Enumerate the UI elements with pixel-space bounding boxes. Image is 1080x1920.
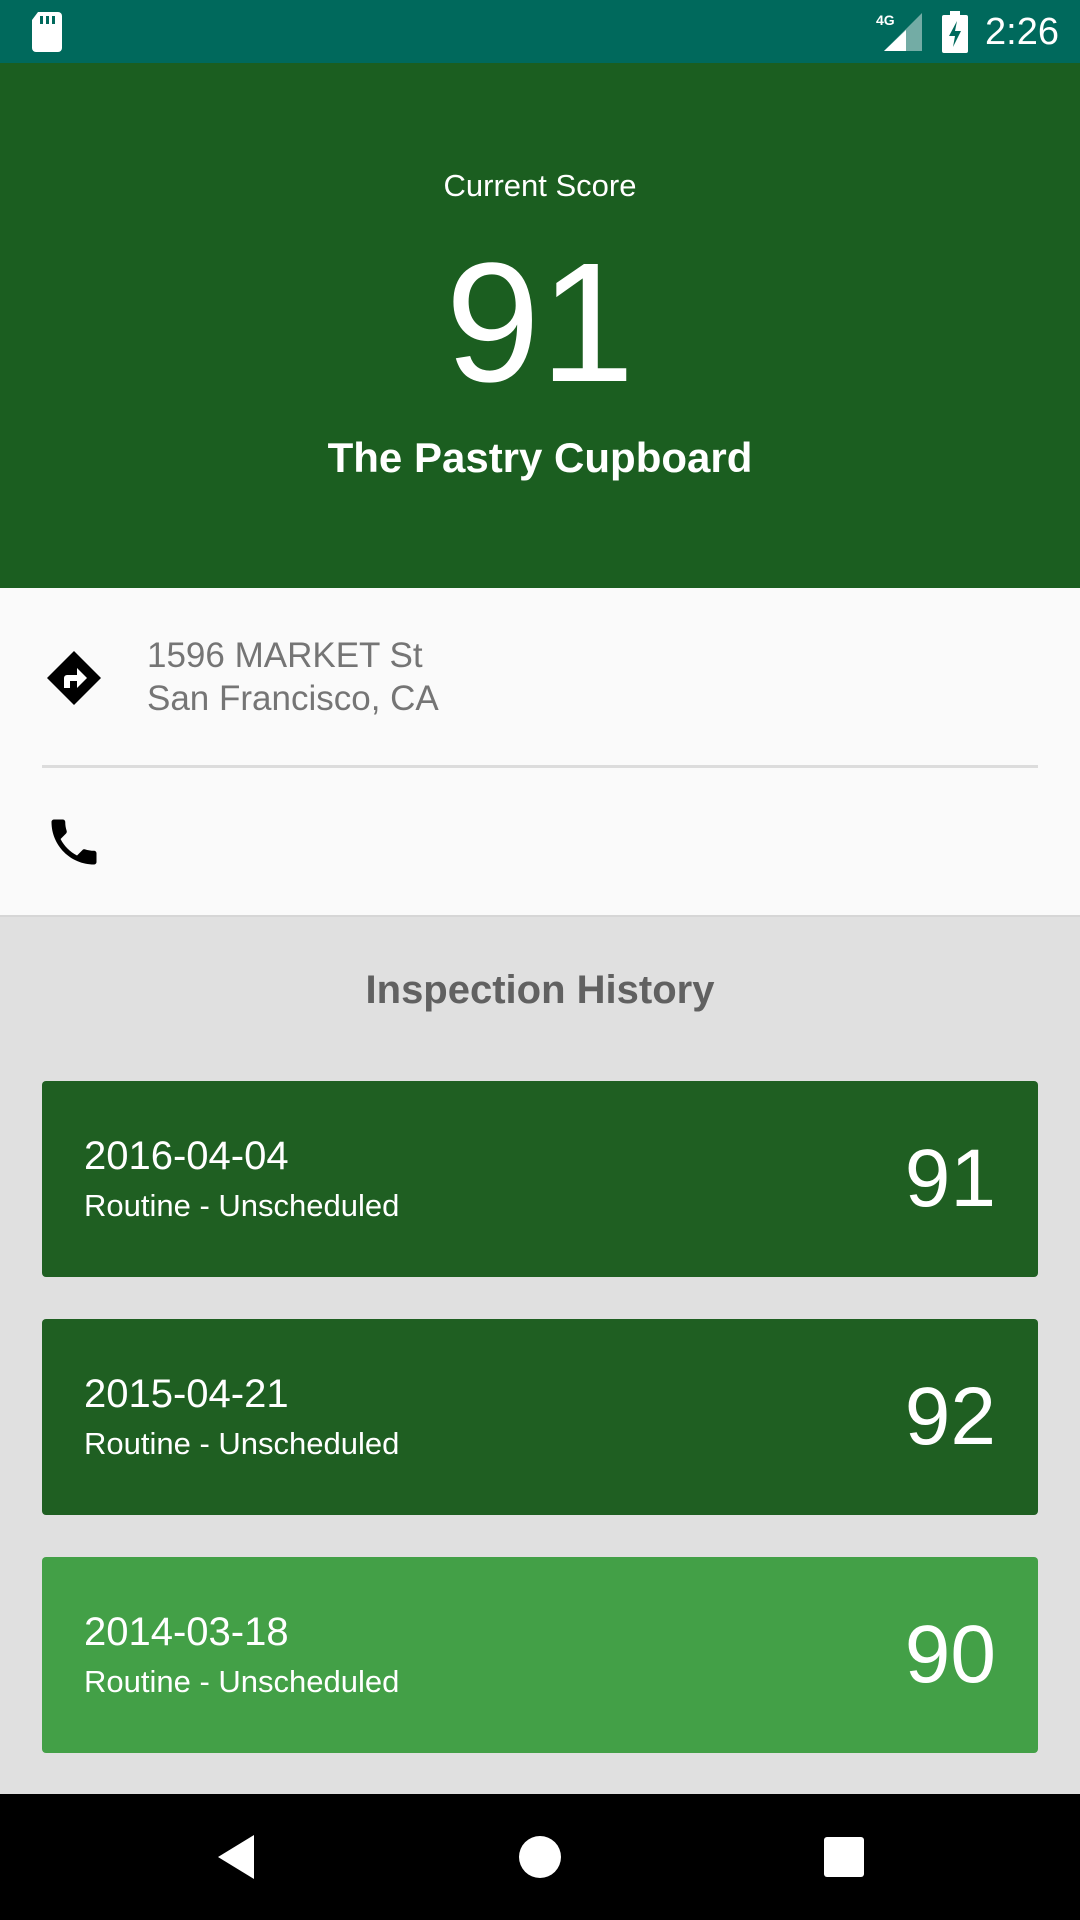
current-score-label: Current Score [443, 168, 637, 203]
contact-card: 1596 MARKET St San Francisco, CA [0, 588, 1080, 917]
inspection-date: 2014-03-18 [84, 1610, 289, 1654]
inspection-date: 2015-04-21 [84, 1372, 289, 1416]
navigation-bar [0, 1794, 1080, 1920]
divider [42, 765, 1038, 768]
status-bar: 4G 2:26 [0, 0, 1080, 63]
back-icon[interactable] [206, 1827, 266, 1887]
signal-icon: 4G [876, 12, 922, 51]
battery-charging-icon [942, 11, 968, 53]
inspection-history-title: Inspection History [365, 968, 715, 1012]
recents-icon[interactable] [814, 1827, 874, 1887]
home-icon[interactable] [510, 1827, 570, 1887]
current-score-value: 91 [445, 228, 635, 418]
directions-icon[interactable] [44, 648, 104, 708]
inspection-card[interactable]: 2015-04-21 Routine - Unscheduled 92 [42, 1319, 1038, 1515]
address-line-1: 1596 MARKET St [147, 636, 423, 675]
phone-icon[interactable] [44, 812, 104, 872]
restaurant-name: The Pastry Cupboard [327, 434, 753, 481]
status-time: 2:26 [985, 11, 1059, 53]
network-type-label: 4G [876, 12, 895, 28]
address[interactable]: 1596 MARKET St San Francisco, CA [147, 634, 439, 720]
inspection-card[interactable]: 2014-03-18 Routine - Unscheduled 90 [42, 1557, 1038, 1753]
inspection-score: 90 [904, 1609, 996, 1700]
address-line-2: San Francisco, CA [147, 679, 439, 718]
inspection-score: 91 [904, 1133, 996, 1224]
sd-card-icon [32, 12, 62, 52]
score-header: Current Score 91 The Pastry Cupboard [0, 63, 1080, 588]
inspection-type: Routine - Unscheduled [84, 1188, 400, 1223]
inspection-type: Routine - Unscheduled [84, 1664, 400, 1699]
inspection-date: 2016-04-04 [84, 1134, 289, 1178]
inspection-card[interactable]: 2016-04-04 Routine - Unscheduled 91 [42, 1081, 1038, 1277]
inspection-score: 92 [904, 1371, 996, 1462]
inspection-type: Routine - Unscheduled [84, 1426, 400, 1461]
